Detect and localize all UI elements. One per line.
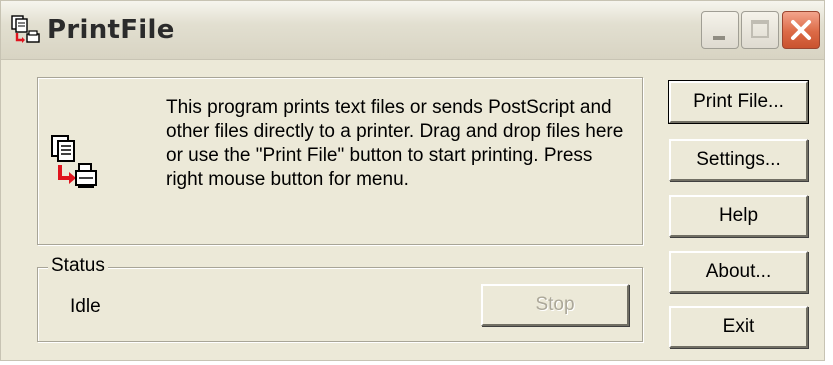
settings-button[interactable]: Settings... bbox=[669, 139, 808, 181]
files-to-printer-icon bbox=[50, 134, 104, 190]
status-legend: Status bbox=[48, 255, 108, 277]
minimize-button[interactable] bbox=[701, 11, 739, 49]
instructions-text: This program prints text files or sends … bbox=[166, 97, 624, 190]
maximize-button[interactable] bbox=[741, 11, 779, 49]
printfile-window: PrintFile This program prints text files… bbox=[0, 0, 825, 361]
maximize-icon bbox=[751, 20, 769, 38]
window-title: PrintFile bbox=[47, 15, 175, 45]
exit-button[interactable]: Exit bbox=[669, 306, 808, 348]
printfile-icon[interactable] bbox=[11, 15, 41, 45]
stop-button[interactable]: Stop bbox=[481, 284, 629, 326]
status-value: Idle bbox=[70, 296, 101, 317]
help-button[interactable]: Help bbox=[669, 195, 808, 237]
close-icon bbox=[791, 20, 811, 40]
print-file-button[interactable]: Print File... bbox=[668, 80, 809, 124]
minimize-icon bbox=[713, 36, 725, 40]
title-bar[interactable]: PrintFile bbox=[1, 1, 824, 60]
about-button[interactable]: About... bbox=[669, 251, 808, 293]
drop-zone-panel[interactable]: This program prints text files or sends … bbox=[37, 77, 643, 245]
close-button[interactable] bbox=[782, 11, 820, 49]
